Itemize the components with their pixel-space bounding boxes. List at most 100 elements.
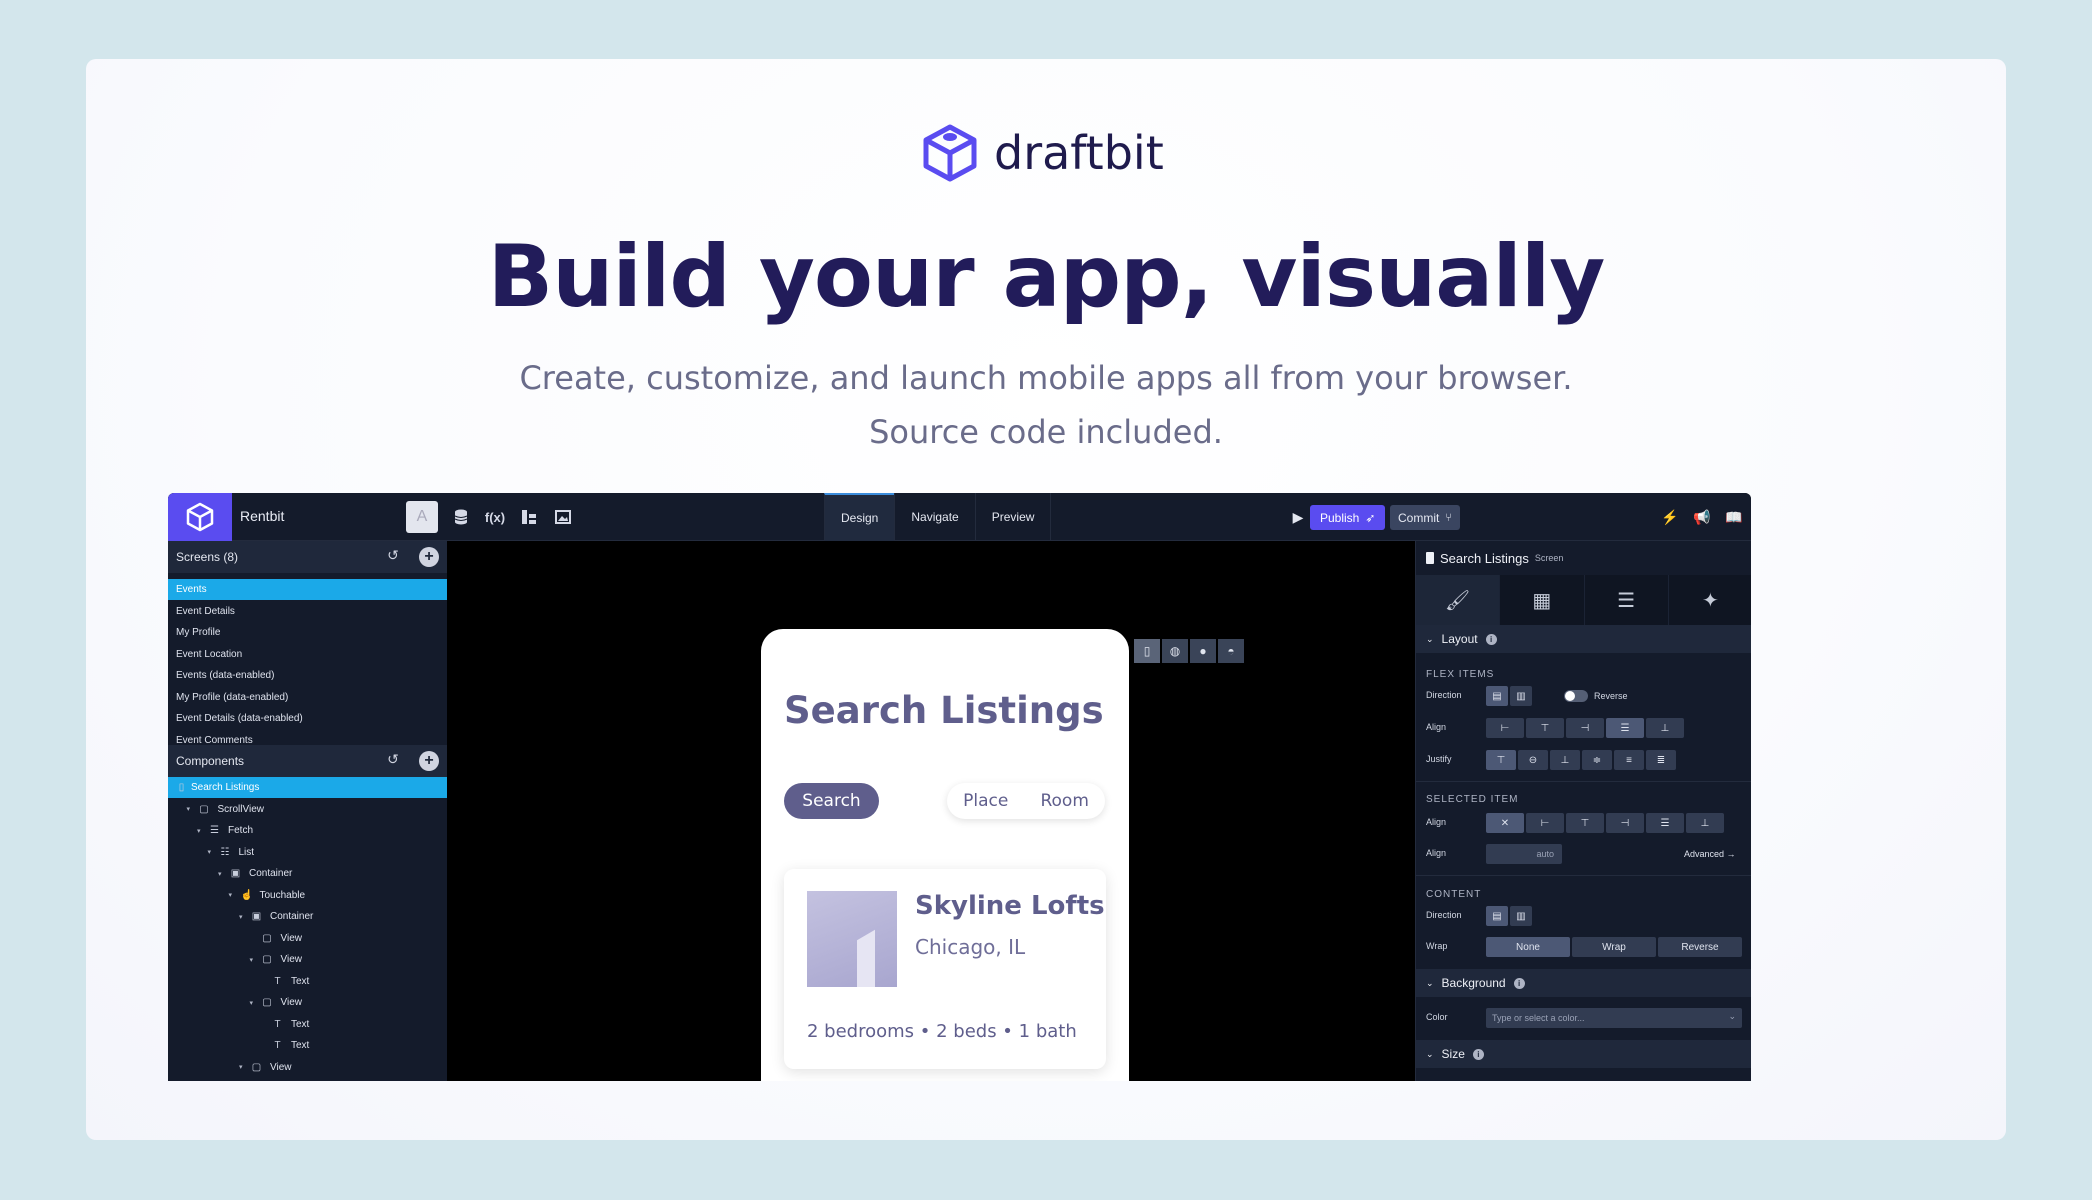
listing-card[interactable]: Skyline Lofts Chicago, IL 2 bedrooms • 2…: [784, 869, 1106, 1069]
brand-logo[interactable]: draftbit: [922, 123, 1164, 183]
history-icon[interactable]: ↺: [383, 547, 403, 567]
screen-title[interactable]: Search Listings: [784, 689, 1104, 732]
layout-section-header[interactable]: ⌄ Layout i: [1416, 625, 1751, 653]
chevron-down-icon[interactable]: ▾: [250, 956, 258, 964]
component-tree-item[interactable]: T Text: [260, 1014, 309, 1035]
background-section-header[interactable]: ⌄ Background i: [1416, 969, 1751, 997]
justify-between-toggle[interactable]: ≑: [1582, 750, 1612, 770]
web-icon[interactable]: ◍: [1162, 639, 1188, 663]
justify-end-toggle[interactable]: ⊥: [1550, 750, 1580, 770]
direction-column-toggle[interactable]: ▤: [1486, 686, 1508, 706]
media-icon[interactable]: [552, 507, 574, 527]
chevron-down-icon[interactable]: ▾: [187, 805, 195, 813]
screen-list-item[interactable]: Event Location: [168, 644, 447, 665]
book-icon[interactable]: 📖: [1724, 507, 1744, 527]
align-baseline-toggle[interactable]: ⊥: [1646, 718, 1684, 738]
segment-room[interactable]: Room: [1040, 791, 1088, 811]
component-tree-item[interactable]: T Text: [260, 971, 309, 992]
avatar[interactable]: A: [406, 501, 438, 533]
direction-row-toggle[interactable]: ▥: [1510, 686, 1532, 706]
magic-wand-icon[interactable]: ✦: [1669, 575, 1751, 625]
screen-list-item[interactable]: Event Details (data-enabled): [168, 708, 447, 729]
tab-preview[interactable]: Preview: [974, 493, 1052, 541]
advanced-link[interactable]: Advanced →: [1684, 849, 1736, 859]
tab-navigate[interactable]: Navigate: [894, 493, 974, 541]
wrap-wrap-toggle[interactable]: Wrap: [1572, 937, 1656, 957]
align-value-input[interactable]: auto: [1486, 844, 1562, 864]
component-tree-item[interactable]: ▾ ☰ Fetch: [197, 820, 253, 841]
align-self-baseline-toggle[interactable]: ⊥: [1686, 813, 1724, 833]
align-self-none-toggle[interactable]: ✕: [1486, 813, 1524, 833]
screen-list-item[interactable]: My Profile: [168, 622, 447, 643]
align-self-stretch-toggle[interactable]: ☰: [1646, 813, 1684, 833]
component-tree-item[interactable]: ▢ View: [250, 928, 302, 949]
component-tree-item[interactable]: ▯ Search Listings: [168, 777, 447, 798]
align-end-toggle[interactable]: ⊣: [1566, 718, 1604, 738]
align-self-center-toggle[interactable]: ⊤: [1566, 813, 1604, 833]
component-tree-item[interactable]: ▾ ▣ Container: [218, 863, 292, 884]
screen-list-item[interactable]: Event Details: [168, 601, 447, 622]
bolt-icon[interactable]: ⚡: [1660, 507, 1680, 527]
component-tree-item[interactable]: ▾ ▢ ScrollView: [187, 799, 265, 820]
chevron-down-icon[interactable]: ▾: [208, 848, 216, 856]
component-tree-item[interactable]: ▾ ▣ Container: [239, 906, 313, 927]
project-name[interactable]: Rentbit: [240, 508, 284, 524]
app-logo-button[interactable]: [168, 493, 232, 541]
info-icon[interactable]: i: [1513, 977, 1525, 989]
chevron-down-icon[interactable]: ▾: [250, 999, 258, 1007]
screen-list-item[interactable]: Events: [168, 579, 447, 600]
data-icon[interactable]: ☰: [1585, 575, 1669, 625]
brush-icon[interactable]: 🖌: [1416, 575, 1501, 625]
chevron-down-icon[interactable]: ▾: [229, 891, 237, 899]
justify-start-toggle[interactable]: ⊤: [1486, 750, 1516, 770]
phone-icon[interactable]: ▯: [1134, 639, 1160, 663]
component-tree-item[interactable]: ▾ ▢ View: [250, 949, 303, 970]
chevron-down-icon[interactable]: ▾: [239, 1063, 247, 1071]
design-canvas[interactable]: Search Listings Search Place Room Skylin…: [447, 541, 1415, 1081]
align-center-toggle[interactable]: ⊤: [1526, 718, 1564, 738]
add-screen-button[interactable]: +: [419, 547, 439, 567]
add-component-button[interactable]: +: [419, 751, 439, 771]
reverse-switch[interactable]: [1564, 690, 1588, 702]
info-icon[interactable]: i: [1472, 1048, 1484, 1060]
info-icon[interactable]: i: [1485, 633, 1497, 645]
search-pill[interactable]: Search: [784, 783, 879, 819]
size-section-header[interactable]: ⌄ Size i: [1416, 1040, 1751, 1068]
align-self-start-toggle[interactable]: ⊢: [1526, 813, 1564, 833]
megaphone-icon[interactable]: 📢: [1692, 507, 1712, 527]
component-tree-item[interactable]: ▾ ☝ Touchable: [229, 885, 306, 906]
color-input[interactable]: Type or select a color... ⌄: [1486, 1008, 1742, 1028]
play-icon[interactable]: ▶: [1288, 507, 1308, 527]
tab-design[interactable]: Design: [824, 493, 895, 541]
component-tree-item[interactable]: T Text: [260, 1035, 309, 1056]
component-tree-item[interactable]: ▾ ▢ View: [250, 992, 303, 1013]
theme-icon[interactable]: [518, 507, 540, 527]
layout-icon[interactable]: ▦: [1500, 575, 1585, 625]
align-self-end-toggle[interactable]: ⊣: [1606, 813, 1644, 833]
history-icon[interactable]: ↺: [383, 751, 403, 771]
commit-button[interactable]: Commit ⑂: [1390, 505, 1460, 530]
database-icon[interactable]: [450, 507, 472, 527]
align-start-toggle[interactable]: ⊢: [1486, 718, 1524, 738]
content-row-toggle[interactable]: ▥: [1510, 906, 1532, 926]
content-column-toggle[interactable]: ▤: [1486, 906, 1508, 926]
chevron-down-icon[interactable]: ▾: [197, 827, 205, 835]
publish-button[interactable]: Publish ➶: [1310, 505, 1386, 530]
screen-list-item[interactable]: My Profile (data-enabled): [168, 687, 447, 708]
chevron-down-icon[interactable]: ▾: [218, 870, 226, 878]
component-tree-item[interactable]: ▾ ☷ List: [208, 842, 255, 863]
phone-preview[interactable]: Search Listings Search Place Room Skylin…: [761, 629, 1129, 1081]
justify-evenly-toggle[interactable]: ≣: [1646, 750, 1676, 770]
wrap-none-toggle[interactable]: None: [1486, 937, 1570, 957]
segment-place[interactable]: Place: [963, 791, 1008, 811]
justify-center-toggle[interactable]: ⊖: [1518, 750, 1548, 770]
component-tree-item[interactable]: ▾ ▢ View: [239, 1057, 292, 1078]
function-icon[interactable]: f(x): [484, 507, 506, 527]
align-stretch-toggle[interactable]: ☰: [1606, 718, 1644, 738]
apple-icon[interactable]: ●: [1190, 639, 1216, 663]
justify-around-toggle[interactable]: ≡: [1614, 750, 1644, 770]
screen-list-item[interactable]: Events (data-enabled): [168, 665, 447, 686]
chevron-down-icon[interactable]: ▾: [239, 913, 247, 921]
wrap-reverse-toggle[interactable]: Reverse: [1658, 937, 1742, 957]
android-icon[interactable]: ◓: [1218, 639, 1244, 663]
